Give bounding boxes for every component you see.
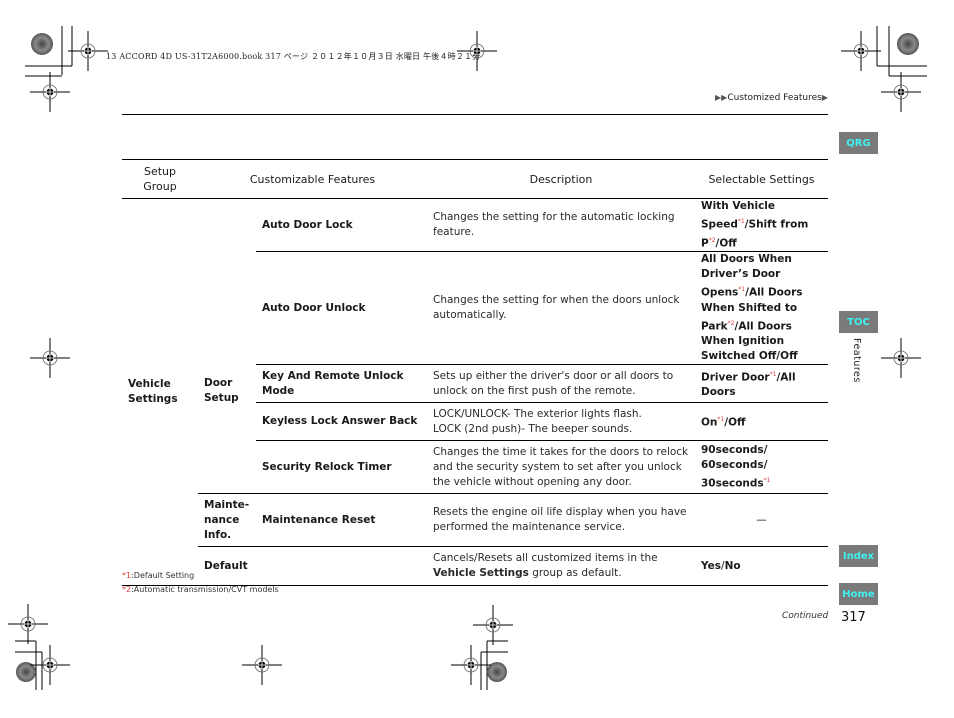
footnote: *1:Default Setting — [122, 571, 195, 580]
page-number: 317 — [841, 610, 866, 625]
header-divider — [122, 114, 828, 115]
feature-settings: 90seconds/ 60seconds/ 30seconds*1 — [695, 440, 828, 494]
registration-mark-icon — [450, 644, 492, 686]
registration-mark-icon — [840, 30, 882, 72]
feature-name: Key And Remote Unlock Mode — [256, 364, 427, 403]
feature-settings: All Doors When Driver’s Door Opens*1/All… — [695, 251, 828, 365]
feature-description: Changes the setting for when the doors u… — [427, 251, 695, 365]
home-tab[interactable]: Home — [839, 583, 878, 605]
feature-name: Keyless Lock Answer Back — [256, 402, 427, 441]
registration-mark-icon — [29, 337, 71, 379]
feature-description: Sets up either the driver's door or all … — [427, 364, 695, 403]
header-description: Description — [427, 159, 695, 199]
customized-features-table: Setup Group Customizable Features Descri… — [122, 159, 828, 586]
breadcrumb-label[interactable]: Customized Features — [727, 93, 822, 103]
qrg-tab[interactable]: QRG — [839, 132, 878, 154]
feature-name — [256, 546, 427, 586]
feature-settings: Driver Door*1/All Doors — [695, 364, 828, 403]
registration-mark-icon — [472, 604, 514, 646]
feature-description: LOCK/UNLOCK- The exterior lights flash. … — [427, 402, 695, 441]
feature-settings: On*1/Off — [695, 402, 828, 441]
registration-mark-icon — [67, 30, 109, 72]
breadcrumb[interactable]: ▶▶Customized Features▶ — [715, 93, 828, 103]
feature-description: Resets the engine oil life display when … — [427, 493, 695, 547]
registration-mark-icon — [880, 337, 922, 379]
toc-tab[interactable]: TOC — [839, 311, 878, 333]
feature-name: Auto Door Unlock — [256, 251, 427, 365]
header-selectable-settings: Selectable Settings — [695, 159, 828, 199]
registration-mark-icon — [241, 644, 283, 686]
color-target-icon — [31, 33, 53, 55]
table-row: Mainte-nance Info. Maintenance Reset Rese… — [122, 493, 828, 547]
footnotes: *1:Default Setting *2:Automatic transmis… — [122, 569, 279, 597]
feature-name: Maintenance Reset — [256, 493, 427, 547]
arrow-right-icon: ▶ — [821, 93, 828, 102]
table-header-row: Setup Group Customizable Features Descri… — [122, 159, 828, 199]
feature-name: Security Relock Timer — [256, 440, 427, 494]
registration-mark-icon — [880, 71, 922, 113]
header-customizable-features: Customizable Features — [198, 159, 427, 199]
feature-description: Changes the setting for the automatic lo… — [427, 198, 695, 252]
header-setup-group: Setup Group — [122, 159, 198, 199]
double-arrow-right-icon: ▶▶ — [715, 93, 728, 102]
feature-name: Auto Door Lock — [256, 198, 427, 252]
registration-mark-icon — [7, 603, 49, 645]
continued-label[interactable]: Continued — [782, 611, 828, 621]
color-target-icon — [897, 33, 919, 55]
subgroup-maintenance-info: Mainte-nance Info. — [198, 493, 256, 547]
table-row: Vehicle Settings Door Setup Auto Door Lo… — [122, 198, 828, 586]
feature-settings: With Vehicle Speed*1/Shift from P*2/Off — [695, 198, 828, 252]
feature-settings: — — [695, 493, 828, 547]
feature-description: Changes the time it takes for the doors … — [427, 440, 695, 494]
print-job-header: 13 ACCORD 4D US-31T2A6000.book 317 ページ ２… — [106, 52, 481, 61]
feature-settings: Yes/No — [695, 546, 828, 586]
index-tab[interactable]: Index — [839, 545, 878, 567]
feature-description: Cancels/Resets all customized items in t… — [427, 546, 695, 586]
registration-mark-icon — [29, 71, 71, 113]
section-label: Features — [851, 338, 862, 383]
subgroup-door-setup: Door Setup — [204, 377, 239, 404]
setup-group-cell: Vehicle Settings — [122, 198, 198, 586]
footnote: *2:Automatic transmission/CVT models — [122, 585, 279, 594]
